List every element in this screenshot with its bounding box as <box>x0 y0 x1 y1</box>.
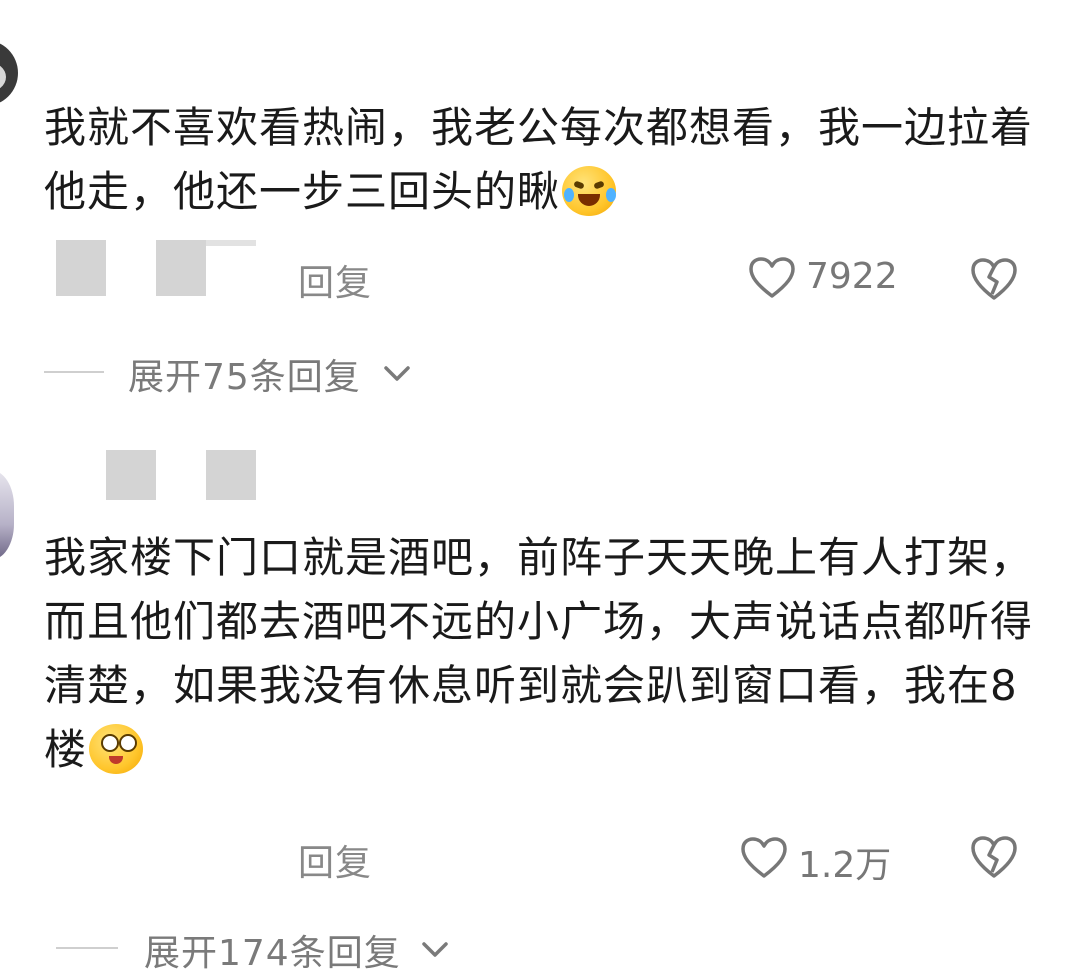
like-count: 7922 <box>806 256 898 297</box>
heart-outline-icon[interactable] <box>740 836 788 880</box>
teary-eyed-emoji-icon <box>89 723 144 774</box>
blurred-username <box>56 240 106 296</box>
chevron-down-icon[interactable] <box>422 942 448 958</box>
blurred-username <box>206 450 256 500</box>
expand-replies-button[interactable]: 展开174条回复 <box>144 924 401 976</box>
blurred-username <box>106 450 156 500</box>
laughing-crying-emoji-icon <box>562 165 617 216</box>
avatar[interactable] <box>0 470 14 560</box>
comment-text: 我就不喜欢看热闹，我老公每次都想看，我一边拉着他走，他还一步三回头的瞅 <box>44 103 1034 216</box>
broken-heart-icon[interactable] <box>970 256 1018 302</box>
expand-replies-button[interactable]: 展开75条回复 <box>128 348 361 400</box>
reply-button[interactable]: 回复 <box>298 254 372 306</box>
avatar[interactable] <box>0 40 18 106</box>
like-count: 1.2万 <box>798 845 892 886</box>
comment-text: 我家楼下门口就是酒吧，前阵子天天晚上有人打架，而且他们都去酒吧不远的小广场，大声… <box>44 533 1034 774</box>
expand-divider <box>44 371 104 373</box>
reply-button[interactable]: 回复 <box>298 834 372 886</box>
expand-divider <box>56 947 118 949</box>
chevron-down-icon[interactable] <box>384 366 410 382</box>
blurred-username <box>156 240 206 296</box>
broken-heart-icon[interactable] <box>970 834 1018 880</box>
blurred-username <box>206 240 256 246</box>
heart-outline-icon[interactable] <box>748 256 796 300</box>
